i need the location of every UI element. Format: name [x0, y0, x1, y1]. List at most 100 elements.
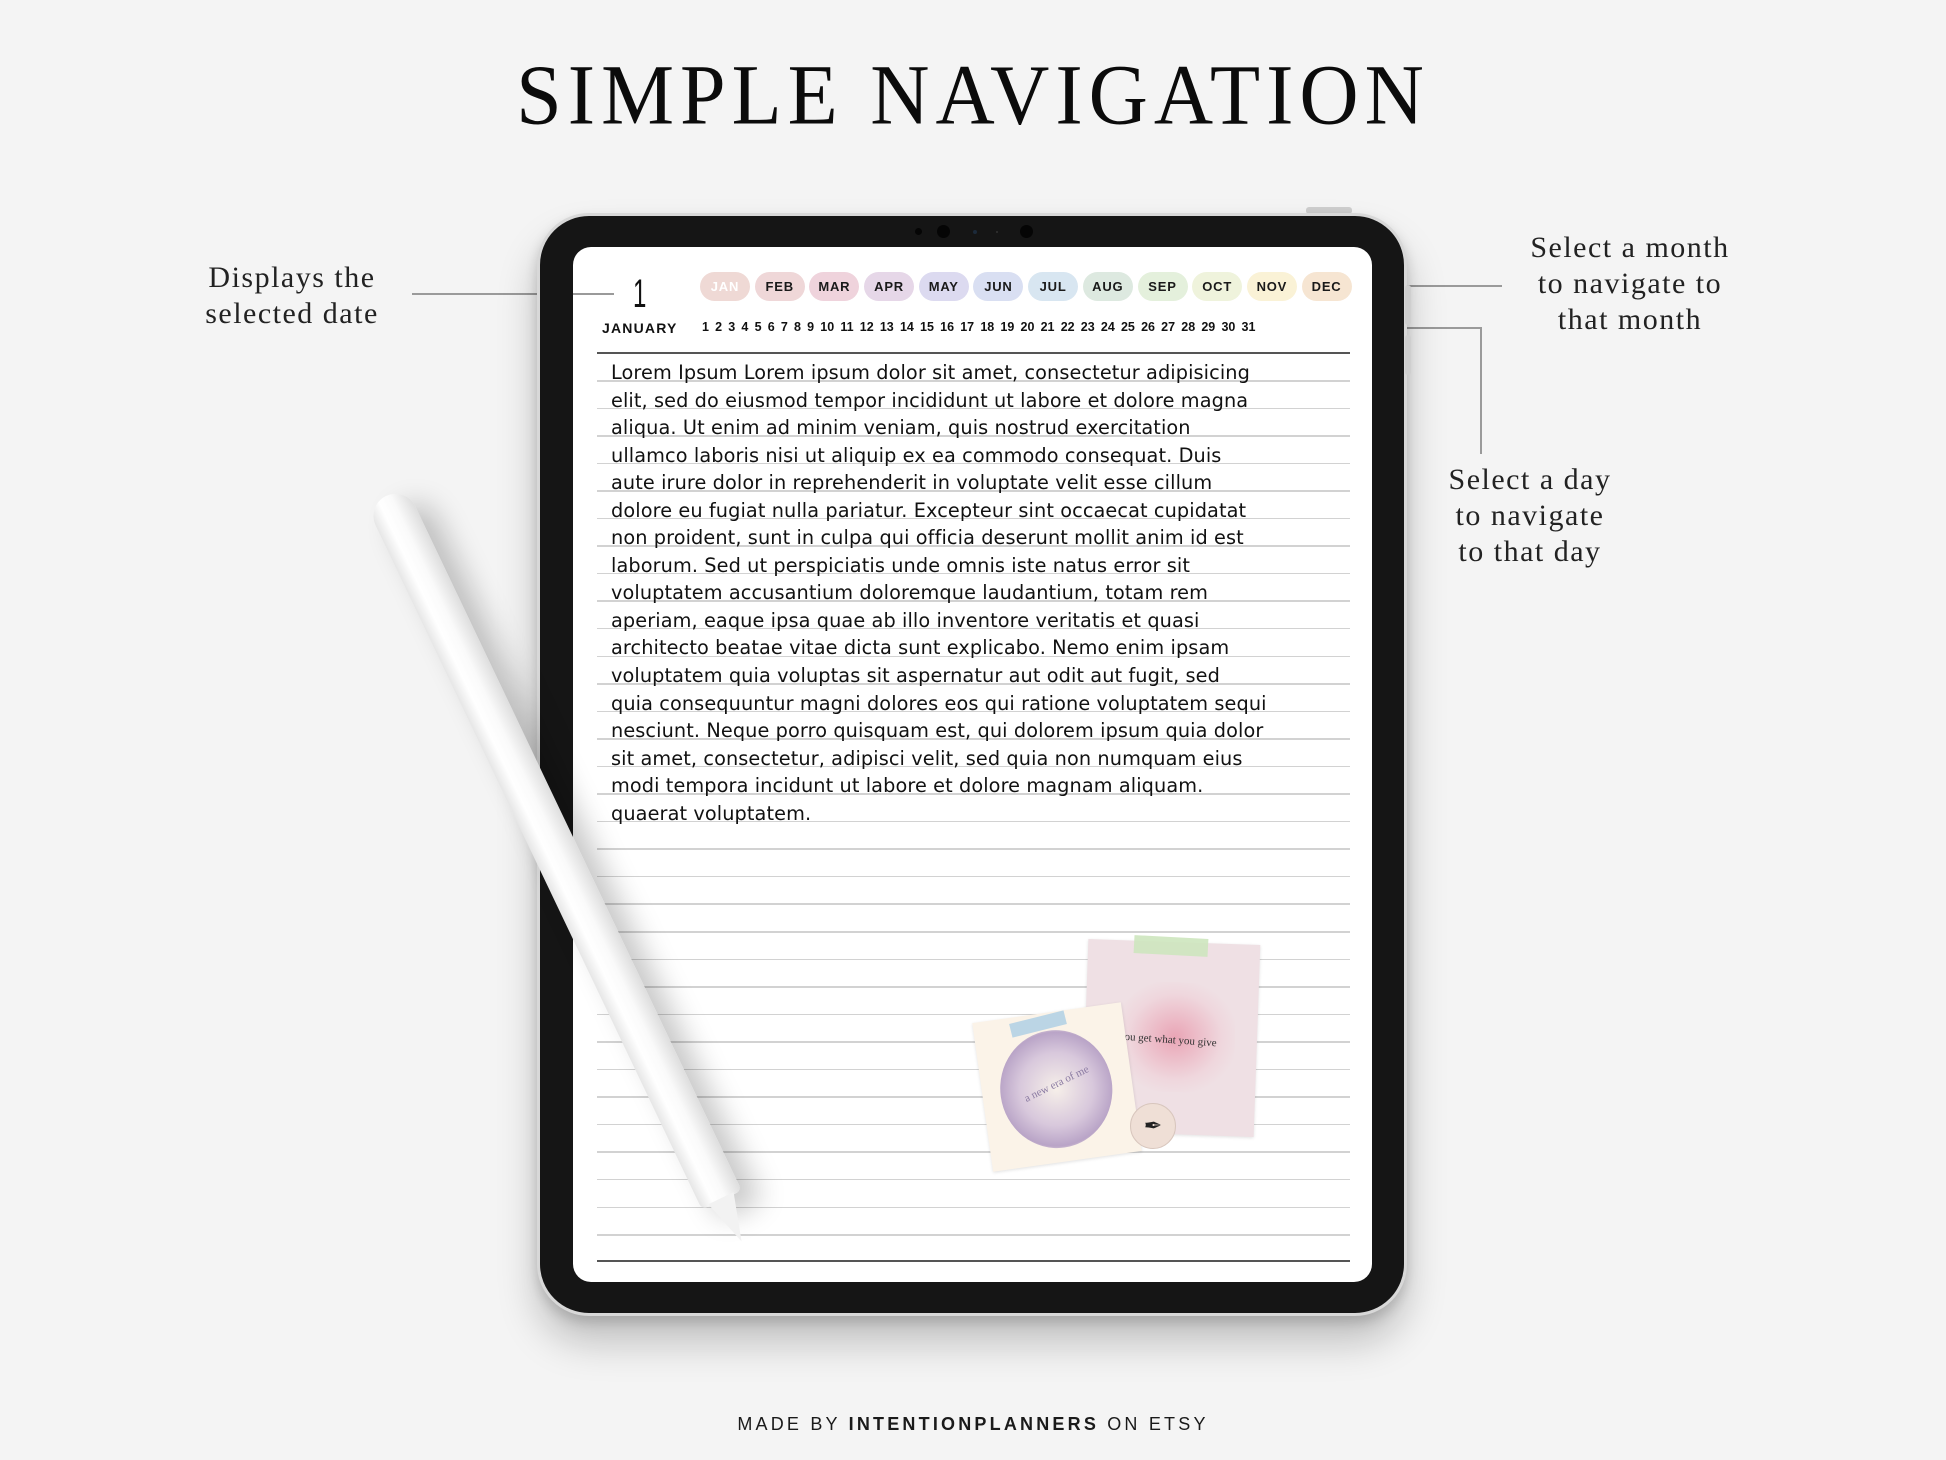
note-line: non proident, sunt in culpa qui officia …: [611, 526, 1244, 550]
month-tab-jan[interactable]: JAN: [700, 272, 750, 301]
day-link-9[interactable]: 9: [807, 320, 814, 334]
note-line: elit, sed do eiusmod tempor incididunt u…: [611, 388, 1249, 412]
day-link-10[interactable]: 10: [820, 320, 834, 334]
writing-area-top-rule: [597, 352, 1350, 354]
page-title: SIMPLE NAVIGATION: [516, 46, 1430, 143]
day-link-19[interactable]: 19: [1000, 320, 1014, 334]
footer-credit: MADE BY INTENTIONPLANNERS ON ETSY: [0, 1414, 1946, 1435]
writing-area-bottom-rule: [597, 1260, 1350, 1262]
day-link-15[interactable]: 15: [920, 320, 934, 334]
washi-tape: [1133, 935, 1209, 957]
month-tab-mar[interactable]: MAR: [809, 272, 860, 301]
day-link-29[interactable]: 29: [1201, 320, 1215, 334]
note-line: quaerat voluptatem.: [611, 801, 812, 825]
note-line: nesciunt. Neque porro quisquam est, qui …: [611, 719, 1264, 743]
day-link-3[interactable]: 3: [728, 320, 735, 334]
annotation-selected-date: Displays the selected date: [182, 260, 402, 332]
camera-dot-icon: [996, 231, 998, 233]
selected-day-number: 1: [633, 272, 647, 316]
day-link-17[interactable]: 17: [960, 320, 974, 334]
day-link-1[interactable]: 1: [702, 320, 709, 334]
day-link-20[interactable]: 20: [1021, 320, 1035, 334]
annotation-line: to navigate to: [1537, 267, 1723, 300]
tablet-volume-down: [1405, 335, 1411, 375]
month-tab-oct[interactable]: OCT: [1192, 272, 1243, 301]
journal-note-text[interactable]: Lorem Ipsum Lorem ipsum dolor sit amet, …: [611, 359, 1371, 827]
ruled-line: [597, 931, 1350, 933]
month-tab-sep[interactable]: SEP: [1137, 272, 1188, 301]
day-link-26[interactable]: 26: [1141, 320, 1155, 334]
note-line: Lorem Ipsum Lorem ipsum dolor sit amet, …: [611, 361, 1250, 384]
annotation-line: that month: [1557, 303, 1703, 336]
ruled-line: [597, 903, 1350, 905]
pen-signature-icon[interactable]: ✒: [1130, 1103, 1176, 1149]
day-link-5[interactable]: 5: [755, 320, 762, 334]
day-link-21[interactable]: 21: [1041, 320, 1055, 334]
annotation-line: Select a month: [1530, 231, 1730, 264]
day-link-13[interactable]: 13: [880, 320, 894, 334]
note-line: quia consequuntur magni dolores eos qui …: [611, 691, 1267, 715]
day-link-11[interactable]: 11: [840, 320, 853, 334]
month-tab-jul[interactable]: JUL: [1028, 272, 1079, 301]
annotation-line: selected date: [205, 297, 379, 330]
day-link-6[interactable]: 6: [768, 320, 775, 334]
day-link-16[interactable]: 16: [940, 320, 954, 334]
camera-lens-icon: [1020, 225, 1033, 238]
note-line: aliqua. Ut enim ad minim veniam, quis no…: [611, 416, 1191, 440]
sticker-a-new-era-of-me[interactable]: a new era of me: [972, 1002, 1142, 1172]
ruled-line: [597, 875, 1350, 878]
note-line: aperiam, eaque ipsa quae ab illo invento…: [611, 608, 1200, 632]
day-link-23[interactable]: 23: [1081, 320, 1095, 334]
day-link-4[interactable]: 4: [741, 320, 748, 334]
day-link-2[interactable]: 2: [715, 320, 722, 334]
day-link-27[interactable]: 27: [1161, 320, 1175, 334]
annotation-line: to navigate: [1455, 499, 1605, 532]
footer-prefix: MADE BY: [737, 1414, 841, 1434]
ruled-line: [597, 848, 1350, 850]
ruled-line: [597, 1234, 1350, 1236]
note-line: voluptatem accusantium doloremque laudan…: [611, 581, 1209, 605]
note-line: architecto beatae vitae dicta sunt expli…: [611, 636, 1230, 660]
day-link-8[interactable]: 8: [794, 320, 801, 334]
month-tab-aug[interactable]: AUG: [1082, 272, 1133, 301]
camera-dot-icon: [973, 230, 977, 234]
month-tab-jun[interactable]: JUN: [973, 272, 1024, 301]
annotation-select-day: Select a day to navigate to that day: [1420, 462, 1640, 570]
day-link-14[interactable]: 14: [900, 320, 914, 334]
day-links: 1 2 3 4 5 6 7 8 9 10 11 12 13 14 15 16 17 18 19 20 21 22 23 24 2…: [702, 320, 1262, 334]
camera-sensor-icon: [915, 228, 922, 235]
note-line: laborum. Sed ut perspiciatis unde omnis …: [611, 553, 1191, 577]
note-line: modi tempora incidunt ut labore et dolor…: [611, 774, 1204, 798]
day-link-30[interactable]: 30: [1221, 320, 1235, 334]
annotation-select-month: Select a month to navigate to that month: [1500, 230, 1760, 338]
month-tab-may[interactable]: MAY: [918, 272, 969, 301]
day-link-22[interactable]: 22: [1061, 320, 1075, 334]
annotation-line: Select a day: [1448, 463, 1612, 496]
leader-line-day-v: [1480, 327, 1482, 454]
day-link-24[interactable]: 24: [1101, 320, 1115, 334]
day-link-18[interactable]: 18: [980, 320, 994, 334]
month-tab-dec[interactable]: DEC: [1301, 272, 1352, 301]
note-line: ullamco laboris nisi ut aliquip ex ea co…: [611, 443, 1222, 467]
note-line: aute irure dolor in reprehenderit in vol…: [611, 471, 1213, 495]
month-tab-apr[interactable]: APR: [864, 272, 915, 301]
leader-line-date-inner: [573, 293, 614, 295]
month-tab-feb[interactable]: FEB: [754, 272, 805, 301]
note-line: sit amet, consectetur, adipisci velit, s…: [611, 746, 1243, 770]
day-link-25[interactable]: 25: [1121, 320, 1135, 334]
note-line: voluptatem quia voluptas sit aspernatur …: [611, 664, 1220, 688]
day-link-12[interactable]: 12: [860, 320, 874, 334]
day-link-28[interactable]: 28: [1181, 320, 1195, 334]
month-tabs: JAN FEB MAR APR MAY JUN JUL AUG SEP OCT NOV DEC: [700, 272, 1352, 301]
annotation-line: Displays the: [208, 261, 376, 294]
selected-month-name: JANUARY: [602, 320, 678, 336]
footer-brand: INTENTIONPLANNERS: [848, 1414, 1100, 1434]
tablet-volume-up: [1405, 285, 1411, 325]
footer-suffix: ON ETSY: [1107, 1414, 1209, 1434]
note-line: dolore eu fugiat nulla pariatur. Excepte…: [611, 498, 1247, 522]
day-link-7[interactable]: 7: [781, 320, 788, 334]
day-link-31[interactable]: 31: [1242, 320, 1256, 334]
annotation-line: to that day: [1458, 535, 1602, 568]
month-tab-nov[interactable]: NOV: [1246, 272, 1297, 301]
camera-lens-icon: [937, 225, 950, 238]
